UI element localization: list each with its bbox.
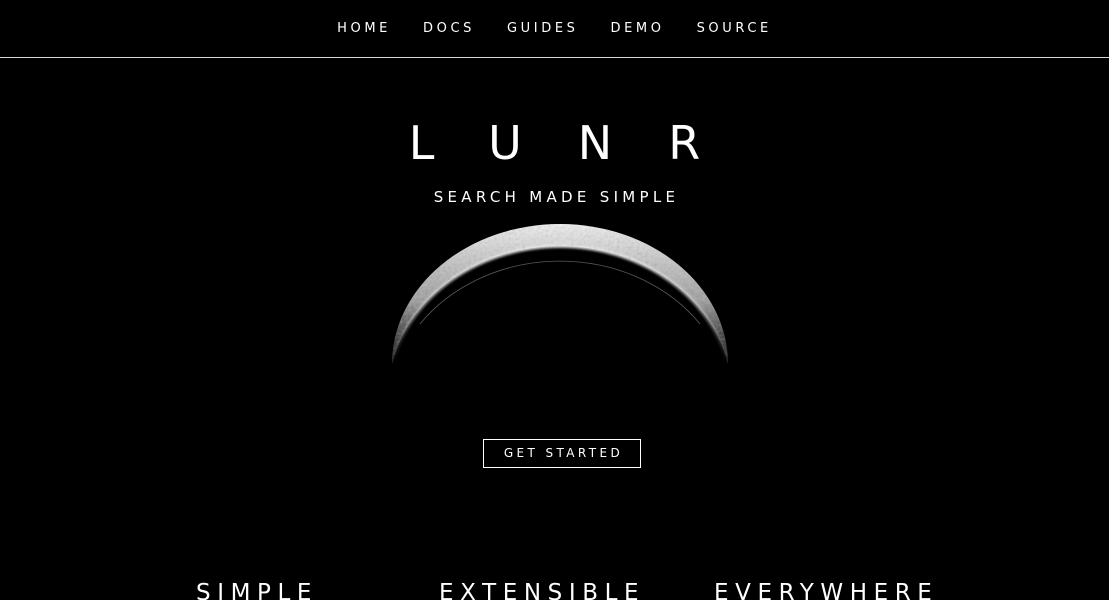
nav-item-home[interactable]: HOME <box>337 21 391 37</box>
crescent-moon-image <box>390 224 730 365</box>
nav-item-demo[interactable]: DEMO <box>610 21 664 37</box>
nav-menu: HOME DOCS GUIDES DEMO SOURCE <box>0 21 1109 37</box>
nav-item-guides[interactable]: GUIDES <box>507 21 579 37</box>
feature-heading-simple: SIMPLE <box>196 580 319 600</box>
get-started-button[interactable]: GET STARTED <box>483 439 641 468</box>
site-title: LUNR <box>408 116 757 170</box>
feature-heading-extensible: EXTENSIBLE <box>439 580 646 600</box>
nav-item-docs[interactable]: DOCS <box>423 21 475 37</box>
top-navigation: HOME DOCS GUIDES DEMO SOURCE <box>0 0 1109 58</box>
nav-item-source[interactable]: SOURCE <box>697 21 772 37</box>
site-tagline: SEARCH MADE SIMPLE <box>433 188 680 206</box>
feature-heading-everywhere: EVERYWHERE <box>714 580 939 600</box>
